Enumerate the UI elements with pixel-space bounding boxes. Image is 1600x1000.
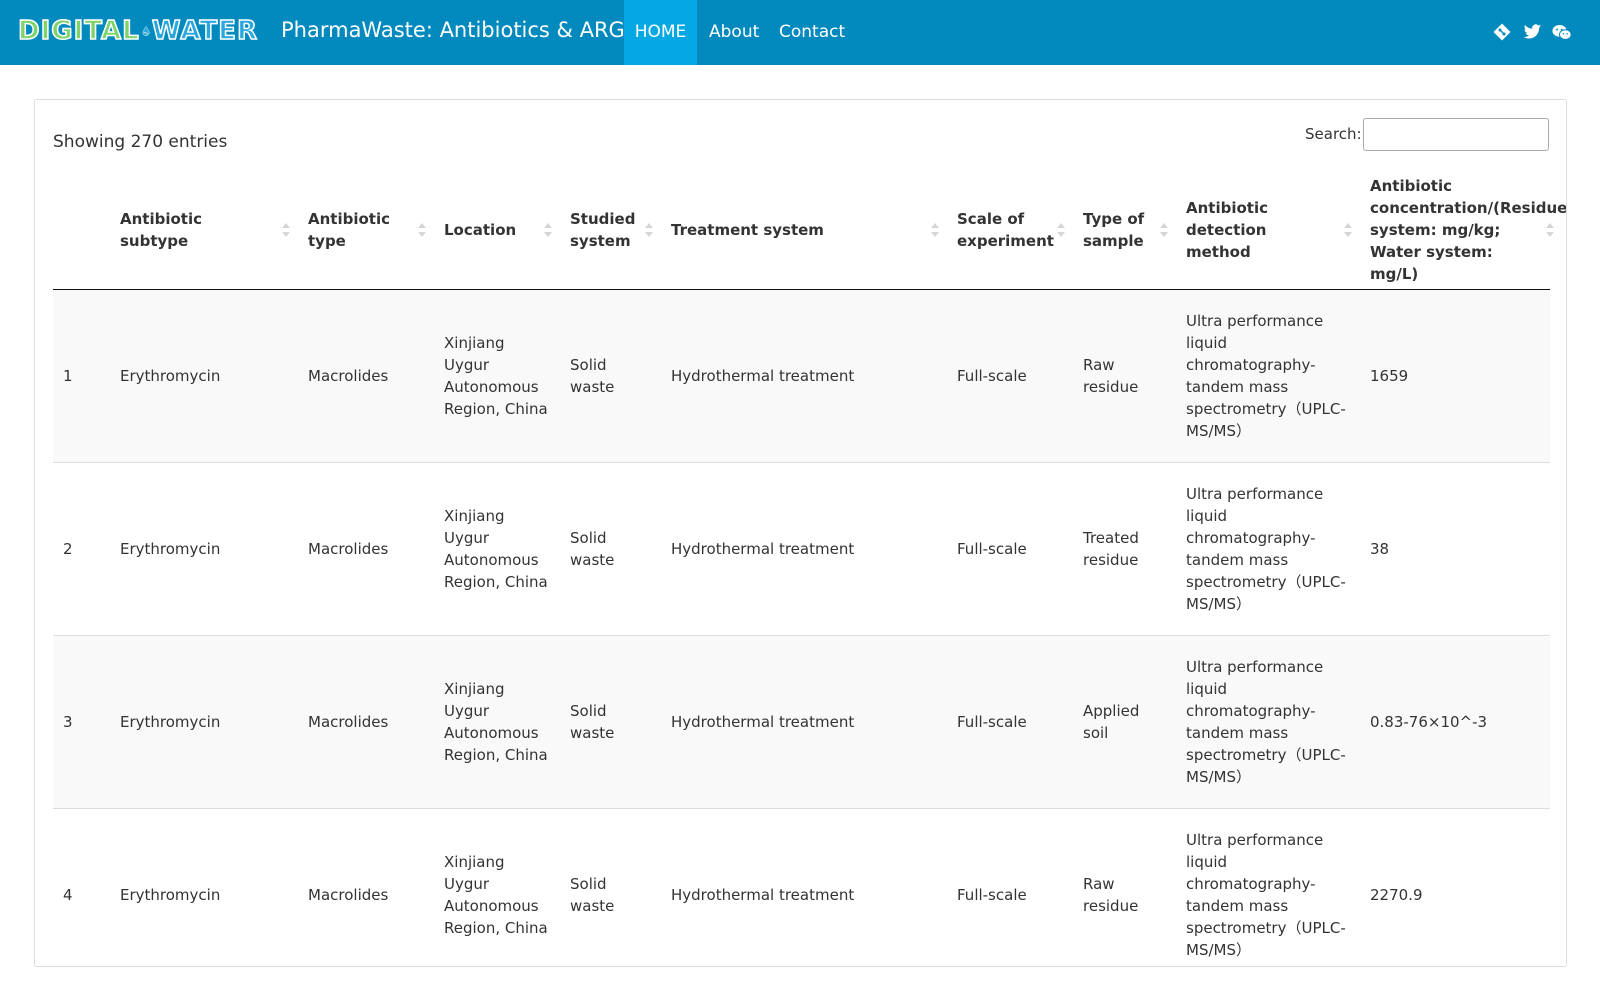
- cell-type-of-sample: Raw residue: [1073, 288, 1176, 462]
- cell-type-of-sample: Treated residue: [1073, 461, 1176, 635]
- table-info: Showing 270 entries: [53, 132, 228, 152]
- cell-antibiotic-concentration: 0.83-76×10^-3: [1360, 634, 1550, 808]
- cell-treatment-system: Hydrothermal treatment: [661, 634, 947, 808]
- cell-antibiotic-type: Macrolides: [298, 634, 434, 808]
- cell-antibiotic-concentration: 1659: [1360, 288, 1550, 462]
- sort-icon: [1344, 223, 1352, 238]
- cell-antibiotic-type: Macrolides: [298, 288, 434, 462]
- column-header-antibiotic-concentration[interactable]: Antibiotic concentration/(Residue system…: [1360, 172, 1566, 290]
- cell-studied-system: Solid waste: [560, 461, 661, 635]
- search-input[interactable]: [1363, 118, 1549, 151]
- sort-icon: [282, 223, 290, 238]
- cell-index: 2: [53, 461, 110, 635]
- cell-index: 4: [53, 807, 110, 966]
- column-header-scale-of-experiment[interactable]: Scale of experiment: [947, 172, 1073, 290]
- cell-studied-system: Solid waste: [560, 634, 661, 808]
- nav-contact[interactable]: Contact: [779, 0, 845, 65]
- logo-text-digital: DIGITAL: [17, 15, 140, 47]
- data-table-panel: Showing 270 entries Search: Antibiotic s…: [34, 99, 1567, 967]
- table-header-row: Antibiotic subtype Antibiotic type Locat…: [53, 172, 1566, 290]
- digital-water-logo[interactable]: DIGITAL WATER: [17, 8, 258, 54]
- cell-antibiotic-type: Macrolides: [298, 461, 434, 635]
- cell-scale-of-experiment: Full-scale: [947, 634, 1073, 808]
- top-navbar: DIGITAL WATER PharmaWaste: Antibiotics &…: [0, 0, 1600, 65]
- cell-antibiotic-concentration: 2270.9: [1360, 807, 1550, 966]
- cell-scale-of-experiment: Full-scale: [947, 807, 1073, 966]
- cell-antibiotic-type: Macrolides: [298, 807, 434, 966]
- sort-icon: [418, 223, 426, 238]
- entries-table: Antibiotic subtype Antibiotic type Locat…: [53, 172, 1566, 966]
- cell-type-of-sample: Applied soil: [1073, 634, 1176, 808]
- column-header-treatment-system[interactable]: Treatment system: [661, 172, 947, 290]
- cell-index: 1: [53, 288, 110, 462]
- column-header-index: [53, 172, 110, 290]
- sort-icon: [1160, 223, 1168, 238]
- table-row: 3 Erythromycin Macrolides Xinjiang Uygur…: [53, 634, 1550, 808]
- sort-icon: [1546, 223, 1554, 238]
- cell-antibiotic-subtype: Erythromycin: [110, 634, 298, 808]
- cell-type-of-sample: Raw residue: [1073, 807, 1176, 966]
- sort-icon: [1057, 223, 1065, 238]
- sort-icon: [544, 223, 552, 238]
- search-label: Search:: [1305, 125, 1362, 143]
- cell-location: Xinjiang Uygur Autonomous Region, China: [434, 807, 560, 966]
- cell-antibiotic-subtype: Erythromycin: [110, 807, 298, 966]
- cell-antibiotic-concentration: 38: [1360, 461, 1550, 635]
- nav-home[interactable]: HOME: [624, 0, 697, 65]
- cell-detection-method: Ultra performance liquid chromatography-…: [1176, 288, 1360, 462]
- table-row: 4 Erythromycin Macrolides Xinjiang Uygur…: [53, 807, 1550, 966]
- column-header-antibiotic-subtype[interactable]: Antibiotic subtype: [110, 172, 298, 290]
- sort-icon: [645, 223, 653, 238]
- cell-location: Xinjiang Uygur Autonomous Region, China: [434, 634, 560, 808]
- table-row: 1 Erythromycin Macrolides Xinjiang Uygur…: [53, 288, 1550, 462]
- cell-scale-of-experiment: Full-scale: [947, 461, 1073, 635]
- cell-treatment-system: Hydrothermal treatment: [661, 288, 947, 462]
- column-header-location[interactable]: Location: [434, 172, 560, 290]
- cell-treatment-system: Hydrothermal treatment: [661, 807, 947, 966]
- logo-text-water: WATER: [151, 15, 258, 47]
- cell-location: Xinjiang Uygur Autonomous Region, China: [434, 461, 560, 635]
- git-icon[interactable]: [1492, 22, 1512, 42]
- table-row: 2 Erythromycin Macrolides Xinjiang Uygur…: [53, 461, 1550, 635]
- cell-location: Xinjiang Uygur Autonomous Region, China: [434, 288, 560, 462]
- cell-antibiotic-subtype: Erythromycin: [110, 288, 298, 462]
- twitter-icon[interactable]: [1522, 22, 1542, 42]
- cell-detection-method: Ultra performance liquid chromatography-…: [1176, 807, 1360, 966]
- column-header-detection-method[interactable]: Antibiotic detection method: [1176, 172, 1360, 290]
- cell-studied-system: Solid waste: [560, 288, 661, 462]
- cell-scale-of-experiment: Full-scale: [947, 288, 1073, 462]
- column-header-antibiotic-type[interactable]: Antibiotic type: [298, 172, 434, 290]
- cell-treatment-system: Hydrothermal treatment: [661, 461, 947, 635]
- column-header-studied-system[interactable]: Studied system: [560, 172, 661, 290]
- cell-detection-method: Ultra performance liquid chromatography-…: [1176, 461, 1360, 635]
- nav-about[interactable]: About: [709, 0, 759, 65]
- cell-index: 3: [53, 634, 110, 808]
- wechat-icon[interactable]: [1552, 22, 1572, 42]
- cell-detection-method: Ultra performance liquid chromatography-…: [1176, 634, 1360, 808]
- site-title[interactable]: PharmaWaste: Antibiotics & ARGs: [281, 18, 636, 42]
- social-icons: [1492, 22, 1572, 42]
- sort-icon: [931, 223, 939, 238]
- water-drop-icon: [142, 26, 150, 36]
- column-header-type-of-sample[interactable]: Type of sample: [1073, 172, 1176, 290]
- cell-studied-system: Solid waste: [560, 807, 661, 966]
- cell-antibiotic-subtype: Erythromycin: [110, 461, 298, 635]
